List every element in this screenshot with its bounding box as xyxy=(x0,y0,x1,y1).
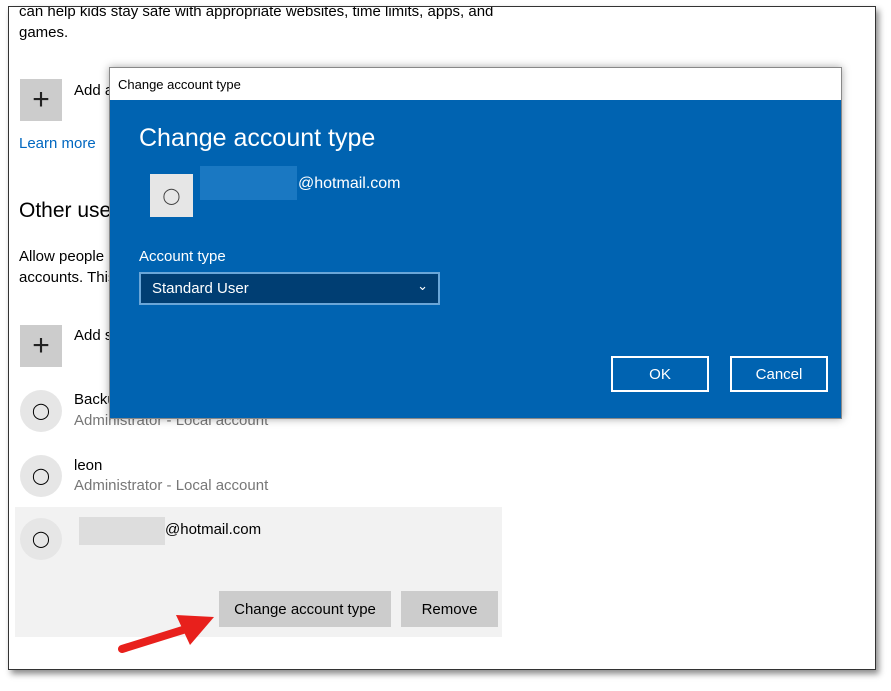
dialog-email: @hotmail.com xyxy=(298,175,401,193)
dialog-title-bar: Change account type xyxy=(110,68,841,100)
user-avatar-icon: ◯ xyxy=(150,174,193,217)
account-type-select[interactable]: Standard User ⌄ xyxy=(139,272,440,305)
red-arrow-annotation xyxy=(114,607,224,657)
change-account-type-dialog: Change account type Change account type … xyxy=(109,67,842,419)
add-someone-label[interactable]: Add s xyxy=(74,327,112,344)
user-avatar-icon: ◯ xyxy=(20,455,62,497)
other-users-desc-line2: accounts. This xyxy=(19,269,115,286)
account-type-value: Standard User xyxy=(152,280,249,297)
learn-more-link[interactable]: Learn more xyxy=(19,135,96,152)
user-detail: Administrator - Local account xyxy=(74,477,268,494)
redacted-email xyxy=(79,517,165,545)
cancel-button[interactable]: Cancel xyxy=(730,356,828,392)
family-description-line2: games. xyxy=(19,24,68,41)
dialog-heading: Change account type xyxy=(139,124,375,153)
user-email: @hotmail.com xyxy=(165,521,261,538)
remove-button[interactable]: Remove xyxy=(401,591,498,627)
add-family-member-label[interactable]: Add a xyxy=(74,82,113,99)
family-description-line1: can help kids stay safe with appropriate… xyxy=(19,6,493,20)
user-avatar-icon: ◯ xyxy=(20,390,62,432)
account-type-label: Account type xyxy=(139,248,226,265)
ok-button[interactable]: OK xyxy=(611,356,709,392)
add-someone-button[interactable]: + xyxy=(20,325,62,367)
redacted-email xyxy=(200,166,297,200)
chevron-down-icon: ⌄ xyxy=(417,278,428,294)
change-account-type-button[interactable]: Change account type xyxy=(219,591,391,627)
selected-user-panel[interactable]: ◯ @hotmail.com Change account type Remov… xyxy=(15,507,502,637)
settings-page: can help kids stay safe with appropriate… xyxy=(8,6,876,670)
user-avatar-icon: ◯ xyxy=(20,518,62,560)
other-users-desc-line1: Allow people xyxy=(19,248,104,265)
other-users-heading: Other use xyxy=(19,199,111,223)
user-name[interactable]: leon xyxy=(74,457,102,474)
add-family-member-button[interactable]: + xyxy=(20,79,62,121)
